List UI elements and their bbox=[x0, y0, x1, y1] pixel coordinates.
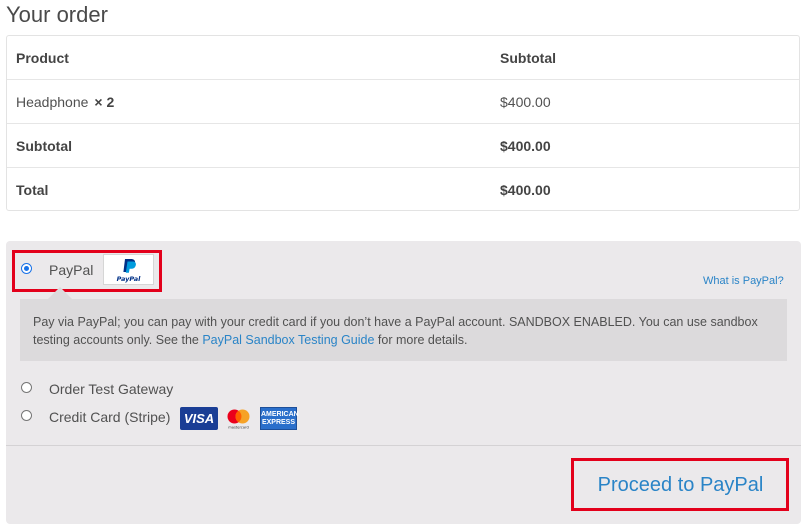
credit-card-stripe-label[interactable]: Credit Card (Stripe) bbox=[49, 408, 170, 426]
divider bbox=[6, 445, 801, 446]
paypal-highlight-frame bbox=[12, 250, 162, 292]
order-test-gateway-radio[interactable] bbox=[21, 382, 32, 393]
credit-card-stripe-radio[interactable] bbox=[21, 410, 32, 421]
product-quantity: × 2 bbox=[94, 94, 115, 110]
paypal-description: Pay via PayPal; you can pay with your cr… bbox=[20, 299, 787, 361]
total-row: Total $400.00 bbox=[7, 168, 799, 210]
order-test-gateway-label[interactable]: Order Test Gateway bbox=[49, 380, 173, 398]
order-review-table: Product Subtotal Headphone × 2 $400.00 Su… bbox=[6, 35, 800, 211]
page-title: Your order bbox=[6, 2, 108, 27]
what-is-paypal-link[interactable]: What is PayPal? bbox=[703, 274, 784, 288]
description-arrow bbox=[48, 287, 72, 299]
amex-icon: AMERICAN EXPRESS bbox=[260, 407, 299, 430]
mastercard-text: mastercard bbox=[228, 426, 248, 430]
column-header-subtotal: Subtotal bbox=[500, 50, 556, 66]
total-label: Total bbox=[16, 182, 49, 198]
column-header-product: Product bbox=[16, 50, 69, 66]
total-value: $400.00 bbox=[500, 182, 551, 198]
proceed-to-paypal-button[interactable]: Proceed to PayPal bbox=[578, 465, 783, 505]
table-row: Headphone × 2 $400.00 bbox=[7, 80, 799, 124]
subtotal-row: Subtotal $400.00 bbox=[7, 124, 799, 168]
subtotal-label: Subtotal bbox=[16, 138, 72, 154]
product-name: Headphone × 2 bbox=[16, 94, 115, 110]
product-subtotal: $400.00 bbox=[500, 94, 551, 110]
visa-icon: VISA bbox=[180, 407, 218, 430]
sandbox-guide-link[interactable]: PayPal Sandbox Testing Guide bbox=[202, 333, 374, 347]
subtotal-value: $400.00 bbox=[500, 138, 551, 154]
mastercard-icon: mastercard bbox=[223, 407, 254, 430]
table-header: Product Subtotal bbox=[7, 36, 799, 80]
